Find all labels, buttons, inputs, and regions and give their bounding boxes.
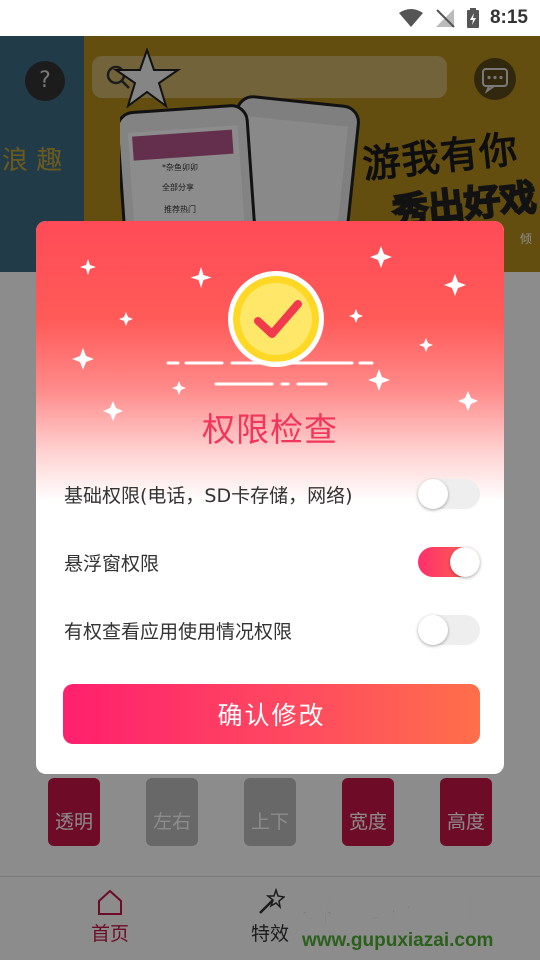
toggle-knob [418,615,448,645]
magic-wand-icon [259,887,285,914]
phone-text-3: 推荐热门 [164,205,196,214]
battery-charging-icon [466,8,479,28]
toggle-knob [418,479,448,509]
banner-tag: 倾 [520,232,533,246]
tool-label: 透明 [54,811,93,833]
message-button[interactable] [474,58,516,100]
watermark-title: 谷普软件园 [299,891,475,933]
permission-label: 基础权限(电话，SD卡存储，网络) [64,484,353,507]
tool-width-button[interactable]: 宽度 [342,778,394,846]
nav-effects-label: 特效 [250,923,289,945]
watermark-url: www.gupuxiazai.com [302,930,494,951]
tool-label: 高度 [446,811,485,833]
home-icon [98,889,122,915]
basic-permission-toggle[interactable] [418,479,480,509]
status-bar: 8:15 [0,0,540,36]
permission-row-overlay: 悬浮窗权限 [64,542,480,582]
status-time: 8:15 [489,7,528,28]
tool-leftright-button[interactable]: 左右 [146,778,198,846]
wifi-icon [398,9,423,27]
confirm-button[interactable]: 确认修改 [63,684,480,744]
toggle-knob [450,547,480,577]
permission-row-basic: 基础权限(电话，SD卡存储，网络) [64,474,480,514]
tool-label: 上下 [250,811,289,833]
permission-dialog: 权限检查 基础权限(电话，SD卡存储，网络) 悬浮窗权限 有权查看应用使用情况权… [36,221,504,774]
permission-label: 悬浮窗权限 [64,552,160,575]
permission-row-usage: 有权查看应用使用情况权限 [64,610,480,650]
usage-permission-toggle[interactable] [418,615,480,645]
nav-home[interactable]: 首页 [70,887,150,946]
tool-label: 左右 [152,811,191,833]
chat-bubble-icon [482,68,508,94]
tool-transparent-button[interactable]: 透明 [48,778,100,846]
overlay-permission-toggle[interactable] [418,547,480,577]
banner-side-text: 浪 趣 [2,146,63,176]
no-signal-icon [435,9,455,28]
phone-text-1: *杂鱼卯卯 [162,163,198,172]
help-button[interactable]: ? [25,61,65,101]
tool-label: 宽度 [348,811,387,833]
dialog-title: 权限检查 [202,410,338,449]
tool-row: 透明 左右 上下 宽度 高度 [0,770,540,850]
tool-updown-button[interactable]: 上下 [244,778,296,846]
permission-label: 有权查看应用使用情况权限 [64,620,293,643]
tool-height-button[interactable]: 高度 [440,778,492,846]
watermark: 谷普软件园 www.gupuxiazai.com [296,884,536,956]
phone-text-2: 全部分享 [162,183,194,192]
nav-home-label: 首页 [90,923,129,945]
check-coin-illustration [72,246,478,421]
